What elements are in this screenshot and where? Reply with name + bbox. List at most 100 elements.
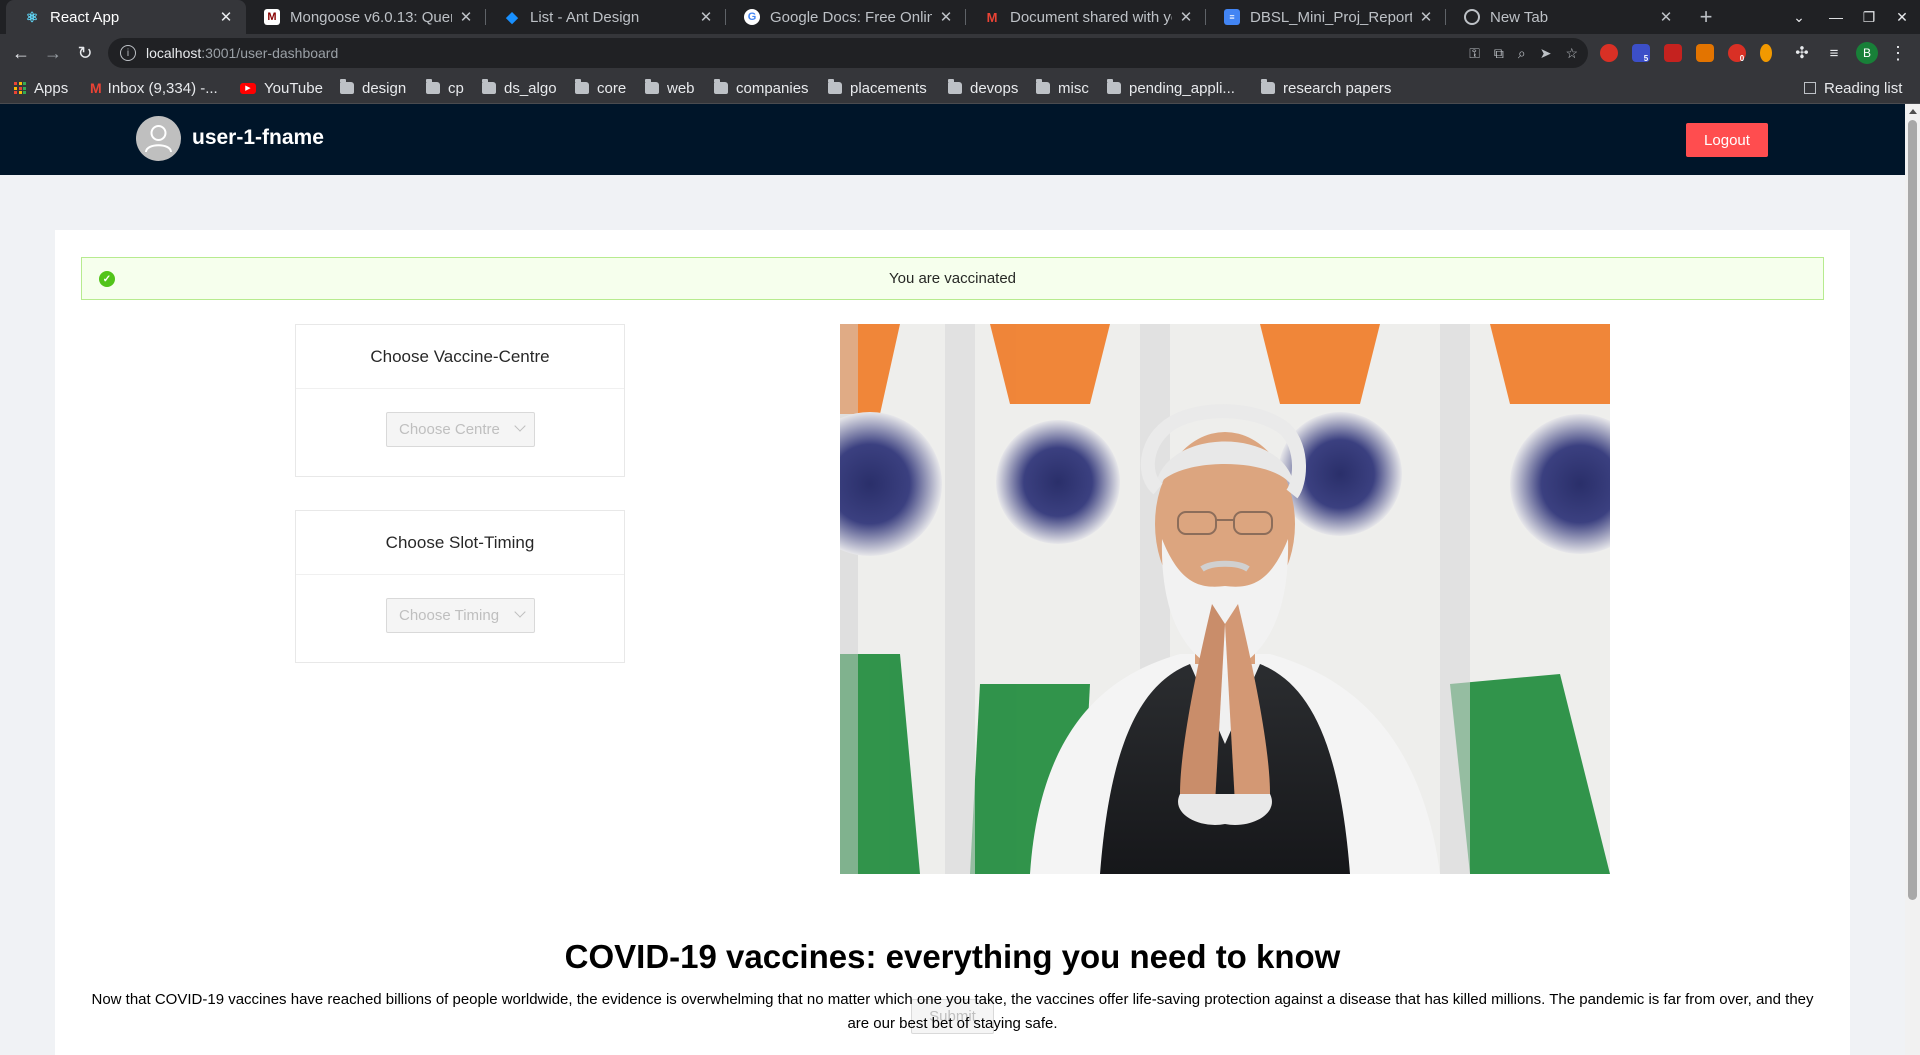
folder-icon [828, 79, 842, 94]
card-title: Choose Slot-Timing [296, 511, 624, 575]
extension-6-icon[interactable] [1760, 44, 1772, 62]
open-in-app-icon[interactable]: ⧉ [1494, 45, 1504, 62]
chevron-down-icon [514, 606, 526, 618]
browser-tab-mongoose[interactable]: M Mongoose v6.0.13: Query ✕ [246, 0, 486, 34]
key-icon[interactable]: ⚿ [1469, 45, 1480, 62]
tab-title: New Tab [1490, 8, 1549, 26]
bookmark-youtube[interactable]: ▶ YouTube [240, 72, 323, 104]
page-scrollbar[interactable] [1905, 104, 1920, 1055]
folder-icon [645, 79, 659, 94]
browser-toolbar: ← → ↻ i localhost:3001/user-dashboard ⚿ … [0, 34, 1920, 72]
chevron-down-icon [514, 420, 526, 432]
alert-message: You are vaccinated [888, 270, 1017, 287]
site-info-icon[interactable]: i [120, 45, 136, 61]
address-bar[interactable]: i localhost:3001/user-dashboard ⚿ ⧉ ⌕ ➤ … [108, 38, 1588, 68]
scroll-up-icon[interactable] [1909, 109, 1917, 114]
close-window-icon[interactable]: ✕ [1886, 0, 1918, 34]
restore-icon[interactable]: ❐ [1853, 0, 1885, 34]
send-icon[interactable]: ➤ [1540, 45, 1552, 62]
close-tab-icon[interactable]: ✕ [1178, 8, 1194, 26]
bookmark-inbox[interactable]: M Inbox (9,334) -... [90, 72, 218, 104]
user-avatar [136, 116, 181, 161]
folder-icon [575, 79, 589, 94]
bookmark-misc[interactable]: misc [1036, 72, 1089, 104]
folder-icon [426, 79, 440, 94]
bookmark-apps[interactable]: Apps [14, 72, 68, 104]
tab-title: Document shared with yo [1010, 8, 1172, 26]
browser-tab-google-docs[interactable]: G Google Docs: Free Online ✕ [726, 0, 966, 34]
photo-illustration [840, 324, 1610, 874]
tab-title: Mongoose v6.0.13: Query [290, 8, 452, 26]
extension-4-icon[interactable] [1696, 44, 1714, 62]
folder-icon [1107, 79, 1121, 94]
browser-tab-react-app[interactable]: ⚛ React App ✕ [6, 0, 246, 34]
dashboard-content: ✓ You are vaccinated Choose Vaccine-Cent… [55, 230, 1850, 1055]
media-queue-icon[interactable]: ≡ [1820, 39, 1848, 67]
bookmark-design[interactable]: design [340, 72, 406, 104]
folder-icon [1261, 79, 1275, 94]
centre-select[interactable]: Choose Centre [386, 412, 535, 447]
bookmark-placements[interactable]: placements [828, 72, 927, 104]
forward-icon[interactable]: → [39, 39, 67, 67]
extension-5-icon[interactable]: 0 [1728, 44, 1746, 63]
check-circle-icon: ✓ [99, 271, 115, 287]
vaccinated-alert: ✓ You are vaccinated [81, 257, 1824, 300]
profile-avatar[interactable]: B [1856, 42, 1878, 64]
close-tab-icon[interactable]: ✕ [218, 8, 234, 26]
back-icon[interactable]: ← [7, 39, 35, 67]
logout-button[interactable]: Logout [1686, 123, 1768, 157]
slot-timing-card: Choose Slot-Timing Choose Timing [295, 510, 625, 663]
bookmark-research-papers[interactable]: research papers [1261, 72, 1391, 104]
article-paragraph: Now that COVID-19 vaccines have reached … [91, 991, 1814, 1032]
react-icon: ⚛ [25, 8, 39, 25]
bookmark-ds-algo[interactable]: ds_algo [482, 72, 557, 104]
browser-tab-ant-design[interactable]: ◆ List - Ant Design ✕ [486, 0, 726, 34]
close-tab-icon[interactable]: ✕ [1418, 8, 1434, 26]
folder-icon [482, 79, 496, 94]
menu-kebab-icon[interactable]: ⋮ [1884, 39, 1912, 67]
scrollbar-thumb[interactable] [1908, 120, 1917, 900]
bookmark-core[interactable]: core [575, 72, 626, 104]
tab-title: List - Ant Design [530, 8, 640, 26]
select-placeholder: Choose Timing [399, 607, 500, 624]
browser-tab-new-tab[interactable]: New Tab ✕ [1446, 0, 1686, 34]
tab-search-icon[interactable]: ⌄ [1783, 0, 1815, 34]
google-icon: G [744, 9, 760, 25]
folder-icon [340, 79, 354, 94]
gmail-icon: M [986, 9, 998, 25]
close-tab-icon[interactable]: ✕ [938, 8, 954, 26]
gmail-icon: M [90, 80, 102, 96]
reading-list-icon [1804, 82, 1816, 94]
browser-tab-gmail[interactable]: M Document shared with yo ✕ [966, 0, 1206, 34]
timing-select[interactable]: Choose Timing [386, 598, 535, 633]
zoom-icon[interactable]: ⌕ [1518, 45, 1526, 62]
card-title: Choose Vaccine-Centre [296, 325, 624, 389]
close-tab-icon[interactable]: ✕ [698, 8, 714, 26]
bookmark-companies[interactable]: companies [714, 72, 809, 104]
close-tab-icon[interactable]: ✕ [458, 8, 474, 26]
bookmark-star-icon[interactable]: ☆ [1565, 45, 1578, 62]
browser-tab-report[interactable]: ≡ DBSL_Mini_Proj_Report ✕ [1206, 0, 1446, 34]
username: user-1-fname [192, 126, 324, 149]
new-tab-button[interactable]: + [1693, 4, 1719, 30]
article-heading: COVID-19 vaccines: everything you need t… [564, 938, 1341, 975]
tab-title: DBSL_Mini_Proj_Report [1250, 8, 1412, 26]
extension-3-icon[interactable] [1664, 44, 1682, 62]
apps-icon [14, 82, 26, 94]
extension-2-icon[interactable]: 5 [1632, 44, 1650, 63]
page-viewport: user-1-fname Logout ✓ You are vaccinated… [0, 104, 1905, 1055]
youtube-icon: ▶ [240, 82, 256, 94]
extensions-puzzle-icon[interactable]: ✣ [1788, 39, 1816, 67]
bookmark-cp[interactable]: cp [426, 72, 464, 104]
minimize-icon[interactable]: — [1820, 0, 1852, 34]
extension-1-icon[interactable] [1600, 44, 1618, 62]
reload-icon[interactable]: ↻ [71, 39, 99, 67]
chrome-icon [1464, 9, 1480, 25]
vaccine-centre-card: Choose Vaccine-Centre Choose Centre [295, 324, 625, 477]
bookmark-devops[interactable]: devops [948, 72, 1018, 104]
bookmark-pending-appli[interactable]: pending_appli... [1107, 72, 1235, 104]
reading-list[interactable]: Reading list [1804, 72, 1902, 104]
close-tab-icon[interactable]: ✕ [1658, 8, 1674, 26]
bookmark-web[interactable]: web [645, 72, 695, 104]
ant-design-icon: ◆ [506, 9, 518, 26]
